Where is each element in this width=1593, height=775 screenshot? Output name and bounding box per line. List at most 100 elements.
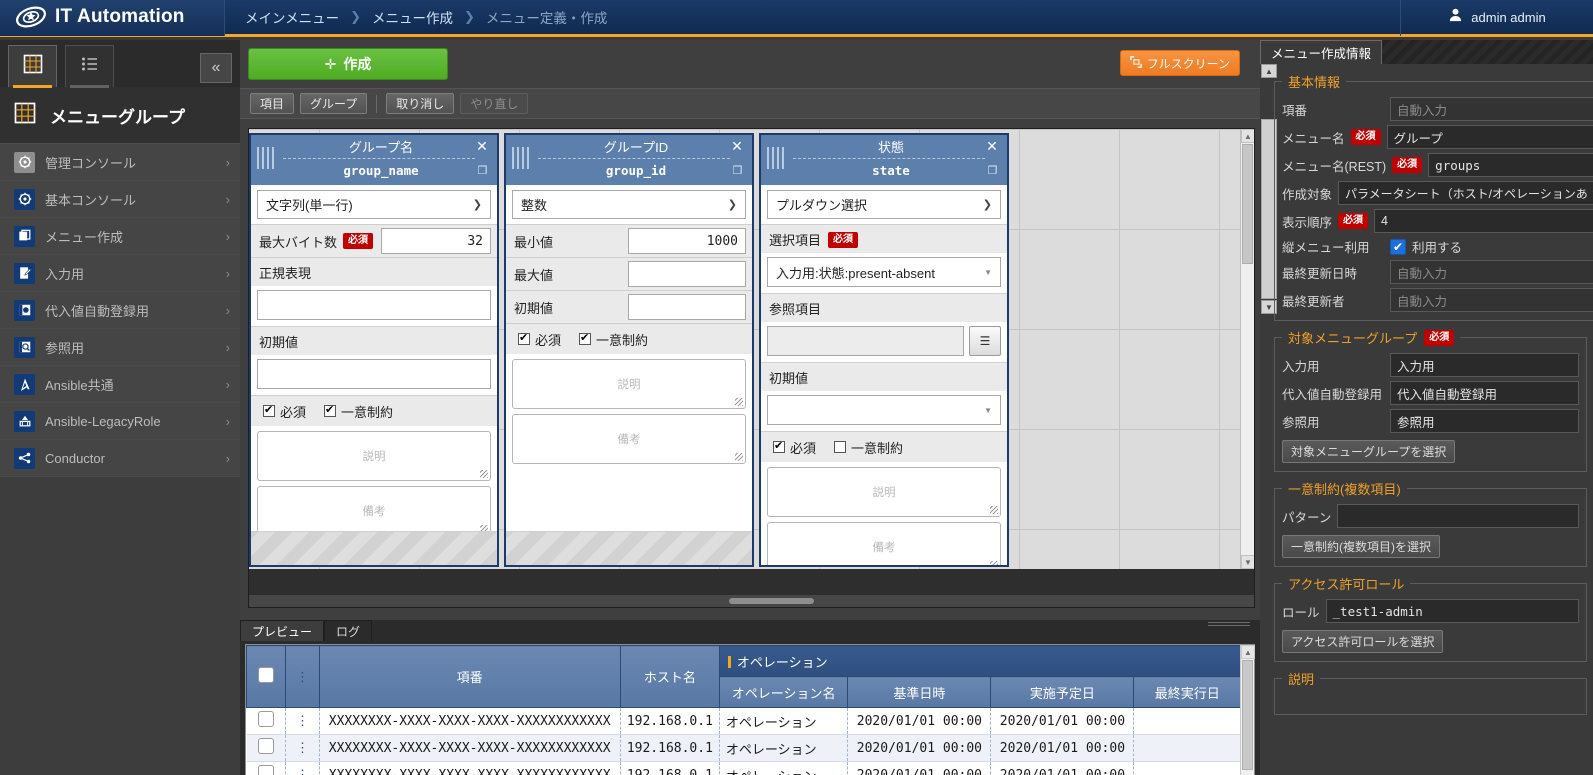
canvas-horizontal-scrollbar[interactable]	[249, 595, 1254, 607]
checkbox-icon[interactable]	[258, 667, 275, 683]
last-update-input[interactable]: 自動入力	[1390, 260, 1593, 284]
table-row[interactable]: ⋮ XXXXXXXX-XXXX-XXXX-XXXX-XXXXXXXXXXXX 192…	[246, 734, 1241, 762]
row-menu-cell[interactable]: ⋮	[285, 761, 320, 775]
row-input[interactable]: 32	[381, 228, 491, 254]
checkbox-icon[interactable]	[257, 765, 274, 775]
sidebar-item-7[interactable]: Ansible-LegacyRole ›	[0, 403, 240, 440]
checkbox-row-1[interactable]: 一意制約	[324, 402, 393, 421]
target-select[interactable]: パラメータシート（ホスト/オペレーションあ ▼	[1338, 181, 1593, 205]
initial-value-dropdown[interactable]: ▼	[767, 395, 1001, 425]
remarks-textarea[interactable]: 備考	[767, 522, 1001, 565]
description-textarea[interactable]: 説明	[767, 467, 1001, 517]
koban-input[interactable]: 自動入力	[1390, 97, 1593, 121]
checkbox-row-0[interactable]: 必須	[773, 438, 816, 457]
canvas-grid[interactable]: グループ名 group_name ✕ ❐ 文字列(単一行) ❯ 最大バイト数 必須 32 正規表現…	[249, 129, 1242, 569]
sidebar-item-6[interactable]: Ansible共通 ›	[0, 366, 240, 403]
create-button[interactable]: ✛ 作成	[248, 48, 448, 80]
sidebar-item-2[interactable]: メニュー作成 ›	[0, 218, 240, 255]
canvas-vertical-scrollbar[interactable]: ▲ ▼	[1240, 129, 1254, 569]
select-unique-constraint-button[interactable]: 一意制約(複数項目)を選択	[1282, 535, 1440, 558]
checkbox-row-1[interactable]: 一意制約	[579, 330, 648, 349]
last-updater-input[interactable]: 自動入力	[1390, 288, 1593, 312]
preview-tab-0[interactable]: プレビュー	[240, 620, 325, 641]
checkbox-icon[interactable]	[324, 403, 337, 417]
scroll-down-icon[interactable]: ▼	[1241, 555, 1254, 569]
select-item-dropdown[interactable]: 入力用:状態:present-absent ▼	[767, 257, 1001, 287]
col-header-4[interactable]: 実施予定日	[990, 676, 1135, 708]
description-textarea[interactable]: 説明	[512, 359, 746, 409]
sidebar-item-4[interactable]: 代入値自動登録用 ›	[0, 292, 240, 329]
card-header[interactable]: グループ名 group_name ✕ ❐	[251, 135, 497, 185]
checkbox-row-0[interactable]: 必須	[263, 402, 306, 421]
checkbox-icon[interactable]	[257, 738, 274, 754]
pattern-input[interactable]	[1337, 504, 1579, 528]
row-input[interactable]	[628, 294, 746, 320]
row-checkbox-cell[interactable]	[246, 761, 287, 775]
scrollbar-thumb[interactable]	[1242, 660, 1253, 770]
sidebar-tab-grid[interactable]	[8, 45, 57, 88]
item-card-2[interactable]: 状態 state ✕ ❐ プルダウン選択 ❯ 選択項目 必須 入力用:状態:present-ab…	[759, 133, 1009, 567]
card-header[interactable]: グループID group_id ✕ ❐	[506, 135, 752, 185]
copy-icon[interactable]: ❐	[985, 163, 1000, 178]
col-header-5[interactable]: 最終実行日	[1133, 676, 1241, 708]
col-header-1[interactable]: ホスト名	[619, 645, 720, 708]
select-all-cell[interactable]	[246, 645, 287, 708]
type-select[interactable]: 文字列(単一行) ❯	[257, 190, 491, 219]
checkbox-icon[interactable]	[263, 403, 275, 417]
preview-tab-1[interactable]: ログ	[324, 620, 373, 641]
card-header[interactable]: 状態 state ✕ ❐	[761, 135, 1007, 185]
toolbar-button-0[interactable]: 項目	[250, 93, 295, 114]
tab-menu-creation-info[interactable]: メニュー作成情報	[1260, 40, 1383, 64]
sidebar-item-8[interactable]: Conductor ›	[0, 440, 240, 477]
sidebar-tab-list[interactable]	[65, 45, 114, 88]
drag-handle-icon[interactable]	[512, 147, 532, 169]
preview-table-wrap[interactable]: ⋮ 項番 ホスト名 オペレーション オペレーション名 基準日時 実施予定日 最終…	[245, 644, 1255, 775]
checkbox-icon[interactable]	[518, 331, 530, 345]
menu-name-input[interactable]: グループ	[1386, 125, 1593, 149]
input-use-value[interactable]: 入力用	[1390, 353, 1579, 377]
checkbox-icon[interactable]	[579, 331, 592, 345]
item-card-0[interactable]: グループ名 group_name ✕ ❐ 文字列(単一行) ❯ 最大バイト数 必須 32 正規表現…	[249, 133, 499, 567]
close-icon[interactable]: ✕	[728, 137, 746, 155]
sidebar-item-5[interactable]: 参照用 ›	[0, 329, 240, 366]
close-icon[interactable]: ✕	[473, 137, 491, 155]
toolbar-button-2[interactable]: 取り消し	[386, 93, 455, 114]
select-target-menu-group-button[interactable]: 対象メニューグループを選択	[1282, 440, 1456, 463]
kebab-menu-icon[interactable]: ⋮	[296, 768, 309, 775]
preview-resize-handle[interactable]	[1208, 622, 1250, 626]
field-input-0[interactable]	[257, 290, 491, 320]
table-row[interactable]: ⋮ XXXXXXXX-XXXX-XXXX-XXXX-XXXXXXXXXXXX 192…	[246, 761, 1241, 775]
ref-use-value[interactable]: 参照用	[1390, 409, 1579, 433]
breadcrumb-item-1[interactable]: メニュー作成	[372, 7, 453, 27]
row-input[interactable]: 1000	[628, 228, 746, 254]
checkbox-icon[interactable]	[773, 439, 785, 453]
preview-vertical-scrollbar[interactable]: ▲ ▼	[1240, 645, 1255, 775]
col-header-0[interactable]: 項番	[318, 645, 621, 708]
row-checkbox-cell[interactable]	[246, 734, 287, 762]
table-row[interactable]: ⋮ XXXXXXXX-XXXX-XXXX-XXXX-XXXXXXXXXXXX 192…	[246, 707, 1241, 735]
autoreg-use-value[interactable]: 代入値自動登録用	[1390, 381, 1579, 405]
item-card-1[interactable]: グループID group_id ✕ ❐ 整数 ❯ 最小値 1000 最大値初期値必須 一意制約説明…	[504, 133, 754, 567]
select-access-role-button[interactable]: アクセス許可ロールを選択	[1282, 630, 1444, 653]
col-header-2[interactable]: オペレーション名	[718, 676, 849, 708]
toolbar-button-1[interactable]: グループ	[300, 93, 368, 114]
sidebar-item-0[interactable]: 管理コンソール ›	[0, 144, 240, 181]
fullscreen-button[interactable]: フルスクリーン	[1119, 50, 1240, 76]
row-input[interactable]	[628, 261, 746, 287]
scroll-up-icon[interactable]: ▲	[1241, 129, 1254, 143]
breadcrumb-item-0[interactable]: メインメニュー	[245, 7, 339, 27]
description-textarea[interactable]: 説明	[257, 431, 491, 481]
scroll-up-icon[interactable]: ▲	[1241, 645, 1255, 659]
checkbox-icon[interactable]	[257, 711, 274, 727]
kebab-menu-icon[interactable]: ⋮	[296, 714, 309, 729]
type-select[interactable]: 整数 ❯	[512, 190, 746, 219]
drag-handle-icon[interactable]	[767, 147, 787, 169]
list-select-icon[interactable]: ☰	[969, 326, 1001, 356]
checkbox-row-0[interactable]: 必須	[518, 330, 561, 349]
row-menu-cell[interactable]: ⋮	[285, 707, 320, 735]
vertical-menu-checkbox[interactable]	[1390, 238, 1406, 256]
copy-icon[interactable]: ❐	[730, 163, 745, 178]
sidebar-item-3[interactable]: 入力用 ›	[0, 255, 240, 292]
close-icon[interactable]: ✕	[983, 137, 1001, 155]
scrollbar-thumb[interactable]	[729, 598, 814, 604]
